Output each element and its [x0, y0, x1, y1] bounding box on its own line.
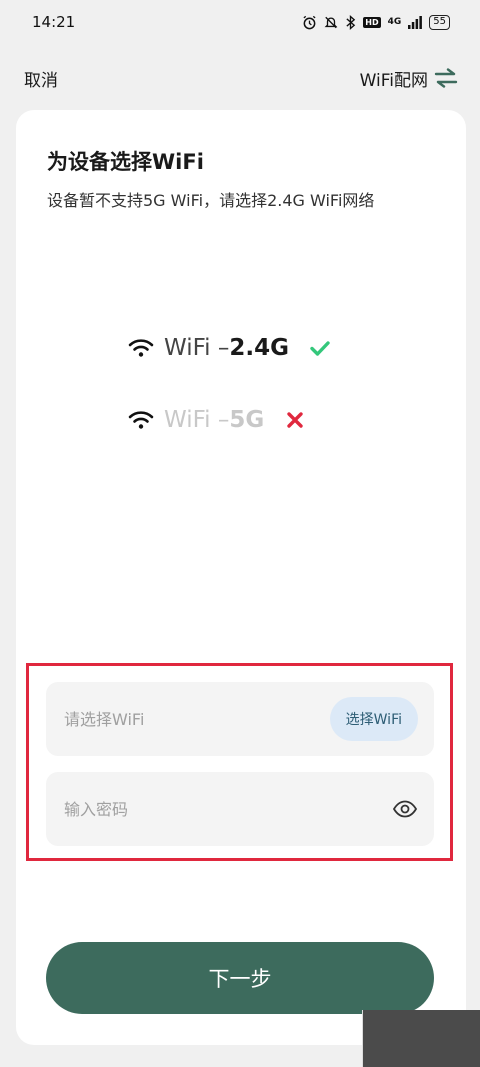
next-step-button[interactable]: 下一步	[46, 942, 434, 1014]
page-subtitle: 设备暂不支持5G WiFi，请选择2.4G WiFi网络	[47, 191, 375, 210]
mode-label: WiFi配网	[359, 70, 428, 91]
alarm-icon	[303, 15, 316, 29]
status-icons: HD 4G 55	[302, 14, 450, 30]
password-field[interactable]	[46, 772, 434, 846]
floating-thumbnail	[362, 1010, 480, 1067]
eye-icon[interactable]	[392, 796, 418, 822]
check-icon	[310, 341, 330, 356]
band-prefix: WiFi –	[164, 407, 230, 433]
wifi-select-field[interactable]: 选择WiFi	[46, 682, 434, 756]
signal-icon	[408, 15, 423, 29]
network-indicator: 4G	[387, 16, 402, 27]
band-name: 5G	[229, 407, 265, 433]
close-icon	[287, 412, 303, 428]
password-input[interactable]	[64, 799, 284, 819]
swap-arrows-icon	[434, 68, 458, 88]
wifi-icon	[128, 339, 154, 357]
band-row-2.4g: WiFi – 2.4G	[128, 335, 331, 361]
wifi-setup-card: 为设备选择WiFi 设备暂不支持5G WiFi，请选择2.4G WiFi网络 W…	[16, 110, 466, 1045]
mute-bell-icon	[324, 16, 338, 28]
switch-mode-button[interactable]: WiFi配网	[360, 66, 458, 91]
status-bar: 14:21 HD 4G 55	[0, 0, 480, 44]
band-row-5g: WiFi – 5G	[128, 407, 306, 433]
band-prefix: WiFi –	[164, 335, 230, 361]
battery-icon: 55	[429, 14, 450, 30]
wifi-icon	[128, 411, 154, 429]
hd-badge: HD	[363, 16, 381, 28]
top-nav: 取消 WiFi配网	[0, 58, 480, 98]
bluetooth-icon	[346, 14, 356, 30]
band-name: 2.4G	[229, 335, 290, 361]
status-time: 14:21	[32, 13, 76, 31]
wifi-ssid-input[interactable]	[64, 709, 284, 729]
page-title: 为设备选择WiFi	[47, 150, 204, 174]
cancel-button[interactable]: 取消	[24, 66, 58, 91]
select-wifi-button[interactable]: 选择WiFi	[329, 697, 418, 741]
